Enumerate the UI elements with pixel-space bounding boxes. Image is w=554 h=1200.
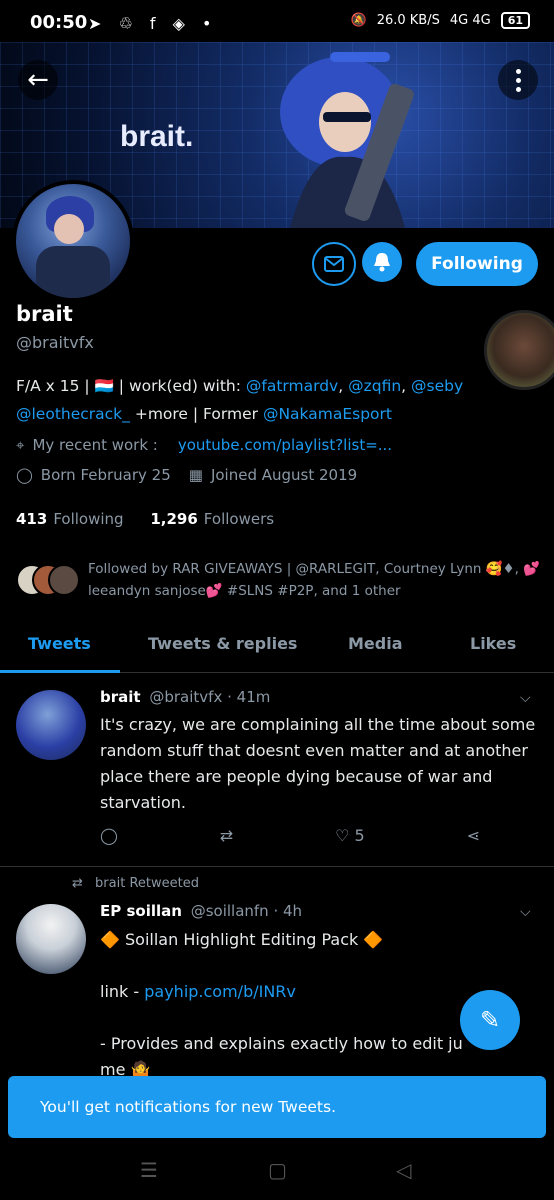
retweet-indicator: ⇄ brait Retweeted xyxy=(72,876,199,891)
balloon-icon: ◯ xyxy=(16,466,33,484)
message-button[interactable] xyxy=(312,242,356,286)
follow-counts: 413 Following 1,296 Followers xyxy=(16,510,274,528)
mention-link[interactable]: @seby xyxy=(411,377,463,395)
followers-count-link[interactable]: 1,296 Followers xyxy=(150,510,274,528)
heart-icon: ♡ xyxy=(335,826,350,845)
system-nav-bar: ☰ ▢ ◁ xyxy=(0,1140,554,1200)
arrow-left-icon: ← xyxy=(27,65,49,95)
location-label: My recent work : xyxy=(32,436,158,454)
like-count: 5 xyxy=(354,826,365,845)
followed-by-text: Followed by RAR GIVEAWAYS | @RARLEGIT, C… xyxy=(88,561,541,599)
back-button[interactable]: ← xyxy=(18,60,58,100)
active-tab-indicator xyxy=(0,670,120,673)
tweet-divider xyxy=(0,866,554,867)
tweet-time: · 41m xyxy=(227,688,271,706)
compose-tweet-icon: ✎ xyxy=(479,1006,501,1034)
like-button[interactable]: ♡ 5 xyxy=(335,826,365,845)
tweet-avatar[interactable] xyxy=(16,690,86,760)
tweet-text: It's crazy, we are complaining all the t… xyxy=(100,715,536,812)
tweet-time: · 4h xyxy=(273,902,303,920)
chevron-down-icon[interactable]: ⌵ xyxy=(520,690,531,706)
compose-tweet-button[interactable]: ✎ xyxy=(460,990,520,1050)
tab-tweets-replies[interactable]: Tweets & replies xyxy=(148,634,297,653)
more-vertical-icon xyxy=(515,68,521,92)
recent-apps-icon[interactable]: ☰ xyxy=(140,1158,158,1182)
joined-text: Joined August 2019 xyxy=(210,466,358,484)
share-icon[interactable]: ⋖ xyxy=(467,826,480,845)
mention-link[interactable]: @zqfin xyxy=(348,377,401,395)
mail-icon xyxy=(324,256,344,272)
profile-dates-row: ◯ Born February 25 ▦ Joined August 2019 xyxy=(16,466,357,484)
chevron-down-icon[interactable]: ⌵ xyxy=(520,904,531,920)
following-button[interactable]: Following xyxy=(416,242,538,286)
status-app-icons: ➤ ♲ f ◈ • xyxy=(88,14,218,33)
banner-brand-text: brait. xyxy=(120,120,194,153)
tweet-author-name[interactable]: brait xyxy=(100,688,141,706)
profile-handle: @braitvfx xyxy=(16,333,94,352)
profile-name: brait xyxy=(16,302,73,326)
reply-icon[interactable]: ◯ xyxy=(100,826,118,845)
mention-link[interactable]: @fatrmardv xyxy=(246,377,338,395)
tab-tweets[interactable]: Tweets xyxy=(28,634,91,653)
more-options-button[interactable] xyxy=(498,60,538,100)
status-right: 🔕 26.0 KB/S 4G 4G 61 xyxy=(351,12,530,29)
status-bar: 00:50 ➤ ♲ f ◈ • 🔕 26.0 KB/S 4G 4G 61 xyxy=(0,0,554,42)
mention-link[interactable]: @NakamaEsport xyxy=(263,405,392,423)
network-speed: 26.0 KB/S xyxy=(376,13,440,28)
mention-link[interactable]: @leothecrack_ xyxy=(16,405,130,423)
tweet-link[interactable]: payhip.com/b/INRv xyxy=(144,982,296,1001)
profile-tabs: Tweets Tweets & replies Media Likes xyxy=(0,620,554,673)
home-icon[interactable]: ▢ xyxy=(268,1158,287,1182)
profile-website-link[interactable]: youtube.com/playlist?list=... xyxy=(178,436,392,454)
notifications-button[interactable] xyxy=(362,242,402,282)
birthday-text: Born February 25 xyxy=(40,466,171,484)
status-time: 00:50 xyxy=(30,12,88,33)
retweet-icon: ⇄ xyxy=(72,876,83,891)
tweet-header: EP soillan @soillanfn · 4h xyxy=(100,902,302,920)
back-nav-icon[interactable]: ◁ xyxy=(396,1158,411,1182)
tab-media[interactable]: Media xyxy=(348,634,403,653)
tweet-author-name[interactable]: EP soillan xyxy=(100,902,182,920)
mute-icon: 🔕 xyxy=(350,13,367,28)
location-pin-icon: ⌖ xyxy=(16,436,25,454)
network-indicator: 4G 4G xyxy=(449,13,491,28)
profile-avatar[interactable] xyxy=(12,180,134,302)
bell-check-icon xyxy=(374,253,390,272)
battery-icon: 61 xyxy=(500,12,530,29)
profile-bio: F/A x 15 | 🇱🇺 | work(ed) with: @fatrmard… xyxy=(16,377,464,423)
retweet-icon[interactable]: ⇄ xyxy=(220,826,233,845)
tweet-header: brait @braitvfx · 41m xyxy=(100,688,270,706)
notification-toast[interactable]: You'll get notifications for new Tweets. xyxy=(8,1076,546,1138)
calendar-icon: ▦ xyxy=(188,466,203,484)
tweet-author-handle: @soillanfn xyxy=(190,902,269,920)
following-count-link[interactable]: 413 Following xyxy=(16,510,124,528)
tab-likes[interactable]: Likes xyxy=(470,634,516,653)
tweet-actions: ◯ ⇄ ♡ 5 ⋖ xyxy=(100,826,480,845)
tweet-avatar[interactable] xyxy=(16,904,86,974)
follower-avatar xyxy=(48,564,80,596)
tweet-author-handle: @braitvfx xyxy=(149,688,223,706)
profile-location-row: ⌖ My recent work : youtube.com/playlist?… xyxy=(16,436,392,454)
toast-text: You'll get notifications for new Tweets. xyxy=(40,1098,336,1116)
